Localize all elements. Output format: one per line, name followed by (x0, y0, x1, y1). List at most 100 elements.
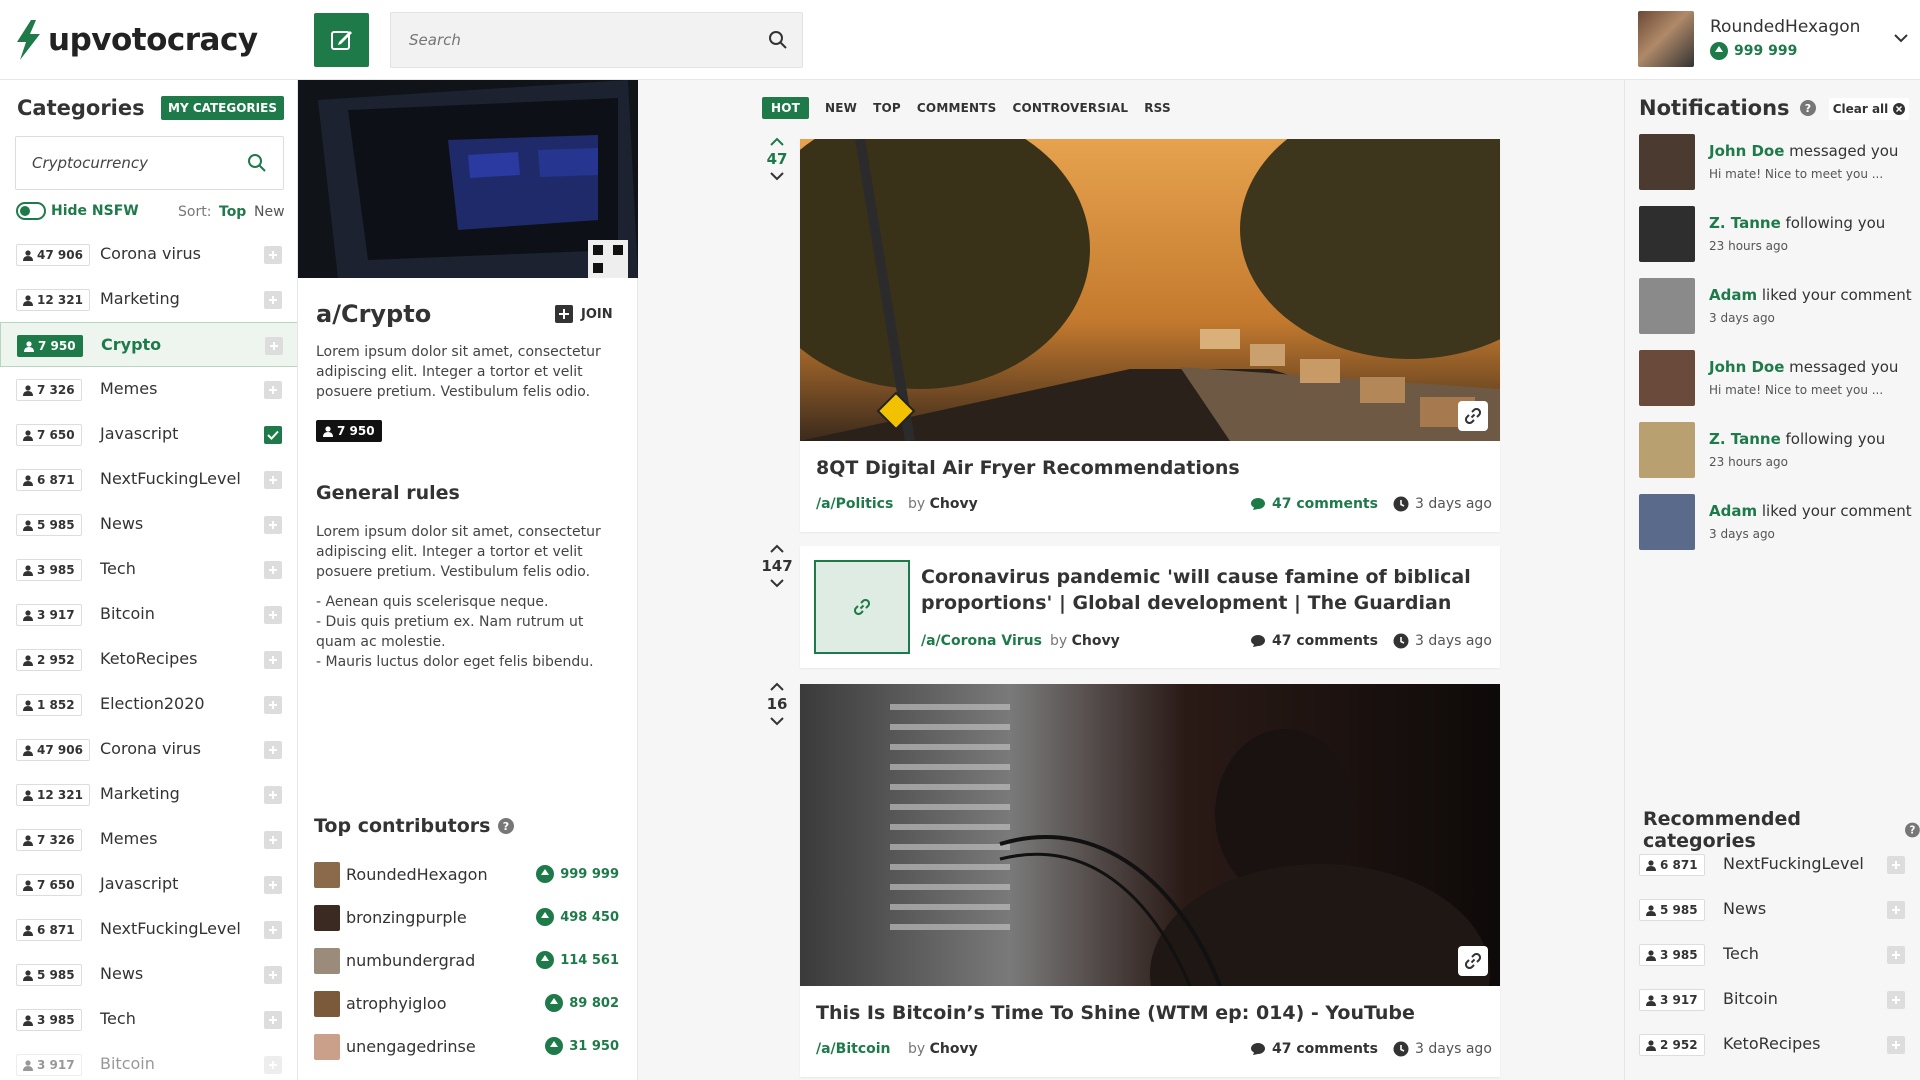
add-category-icon[interactable] (264, 381, 282, 399)
avatar[interactable] (1639, 134, 1695, 190)
help-icon[interactable]: ? (498, 818, 515, 834)
user-menu[interactable]: RoundedHexagon 999 999 (1638, 11, 1908, 69)
category-item[interactable]: 12 321 Marketing (0, 277, 297, 322)
post-title[interactable]: Coronavirus pandemic 'will cause famine … (921, 564, 1471, 616)
notification-item[interactable]: Z. Tanne following you 23 hours ago (1639, 206, 1919, 264)
post-category-link[interactable]: /a/Politics (816, 496, 893, 512)
comments-link[interactable]: 47 comments (1250, 1041, 1378, 1057)
search-icon[interactable] (768, 30, 788, 50)
author-name[interactable]: Chovy (930, 1041, 978, 1057)
post-category-link[interactable]: /a/Bitcoin (816, 1041, 891, 1057)
category-search-box[interactable] (15, 136, 284, 190)
tab-controversial[interactable]: CONTROVERSIAL (1012, 101, 1128, 115)
category-item[interactable]: 5 985 News (0, 502, 297, 547)
notification-item[interactable]: Adam liked your comment 3 days ago (1639, 278, 1919, 336)
add-category-icon[interactable] (264, 471, 282, 489)
category-item[interactable]: 7 650 Javascript (0, 862, 297, 907)
add-category-icon[interactable] (1887, 946, 1905, 964)
help-icon[interactable]: ? (1799, 100, 1816, 116)
join-button[interactable]: JOIN (555, 305, 613, 323)
tab-rss[interactable]: RSS (1144, 101, 1171, 115)
category-item[interactable]: 7 326 Memes (0, 817, 297, 862)
sort-top-option[interactable]: Top (219, 204, 246, 220)
avatar[interactable] (314, 1034, 340, 1060)
add-category-icon[interactable] (264, 831, 282, 849)
add-category-icon[interactable] (264, 966, 282, 984)
tab-top[interactable]: TOP (873, 101, 901, 115)
clear-all-button[interactable]: Clear all (1829, 98, 1909, 120)
link-button[interactable] (1458, 946, 1488, 976)
add-category-icon[interactable] (264, 1011, 282, 1029)
hide-nsfw-toggle[interactable] (16, 202, 46, 220)
help-icon[interactable]: ? (1905, 822, 1920, 838)
notification-item[interactable]: Adam liked your comment 3 days ago (1639, 494, 1919, 552)
notification-user[interactable]: John Doe (1709, 358, 1784, 376)
tab-hot[interactable]: HOT (762, 97, 810, 119)
author-name[interactable]: Chovy (930, 496, 978, 512)
sort-new-option[interactable]: New (254, 204, 285, 220)
notification-user[interactable]: Z. Tanne (1709, 430, 1781, 448)
add-category-icon[interactable] (1887, 1036, 1905, 1054)
contributor-row[interactable]: atrophyigloo 89 802 (314, 989, 619, 1017)
post-image[interactable] (800, 684, 1500, 986)
post-title[interactable]: 8QT Digital Air Fryer Recommendations (816, 457, 1240, 479)
tab-new[interactable]: NEW (825, 101, 857, 115)
contributor-row[interactable]: RoundedHexagon 999 999 (314, 860, 619, 888)
downvote-arrow-icon[interactable] (757, 578, 797, 588)
category-item[interactable]: 3 917 Bitcoin (0, 1042, 297, 1080)
upvote-arrow-icon[interactable] (757, 137, 797, 147)
add-category-icon[interactable] (1887, 901, 1905, 919)
notification-item[interactable]: Z. Tanne following you 23 hours ago (1639, 422, 1919, 480)
checked-icon[interactable] (264, 426, 282, 444)
my-categories-button[interactable]: MY CATEGORIES (161, 96, 284, 120)
add-category-icon[interactable] (264, 651, 282, 669)
avatar[interactable] (314, 862, 340, 888)
contributor-row[interactable]: numbundergrad 114 561 (314, 946, 619, 974)
add-category-icon[interactable] (264, 876, 282, 894)
category-item[interactable]: 7 650 Javascript (0, 412, 297, 457)
category-item[interactable]: 3 917 Bitcoin (0, 592, 297, 637)
link-button[interactable] (1458, 401, 1488, 431)
logo[interactable]: upvotocracy (14, 20, 258, 60)
category-item[interactable]: 6 871 NextFuckingLevel (0, 907, 297, 952)
add-category-icon[interactable] (264, 516, 282, 534)
notification-item[interactable]: John Doe messaged you Hi mate! Nice to me… (1639, 350, 1919, 408)
search-box[interactable] (390, 12, 803, 68)
add-category-icon[interactable] (264, 1056, 282, 1074)
add-category-icon[interactable] (264, 246, 282, 264)
add-category-icon[interactable] (264, 921, 282, 939)
add-category-icon[interactable] (264, 741, 282, 759)
notification-user[interactable]: Adam (1709, 502, 1757, 520)
author-name[interactable]: Chovy (1072, 633, 1120, 649)
add-category-icon[interactable] (265, 337, 283, 355)
recommended-category-item[interactable]: 6 871 NextFuckingLevel (1625, 842, 1920, 887)
avatar[interactable] (1639, 206, 1695, 262)
search-icon[interactable] (247, 153, 267, 173)
add-category-icon[interactable] (264, 606, 282, 624)
avatar[interactable] (314, 905, 340, 931)
contributor-row[interactable]: unengagedrinse 31 950 (314, 1032, 619, 1060)
comments-link[interactable]: 47 comments (1250, 496, 1378, 512)
avatar[interactable] (1639, 494, 1695, 550)
post-card[interactable]: Coronavirus pandemic 'will cause famine … (800, 546, 1500, 668)
recommended-category-item[interactable]: 5 985 News (1625, 887, 1920, 932)
category-item[interactable]: 47 906 Corona virus (0, 727, 297, 772)
link-thumbnail[interactable] (814, 560, 910, 654)
chevron-down-icon[interactable] (1894, 33, 1908, 43)
avatar[interactable] (1639, 422, 1695, 478)
category-item[interactable]: 6 871 NextFuckingLevel (0, 457, 297, 502)
avatar[interactable] (314, 991, 340, 1017)
post-category-link[interactable]: /a/Corona Virus (921, 633, 1042, 649)
downvote-arrow-icon[interactable] (757, 716, 797, 726)
post-title[interactable]: This Is Bitcoin’s Time To Shine (WTM ep:… (816, 1002, 1415, 1024)
post-card[interactable]: This Is Bitcoin’s Time To Shine (WTM ep:… (800, 684, 1500, 1077)
contributor-row[interactable]: bronzingpurple 498 450 (314, 903, 619, 931)
downvote-arrow-icon[interactable] (757, 171, 797, 181)
category-item[interactable]: 7 950 Crypto (0, 322, 297, 367)
upvote-arrow-icon[interactable] (757, 544, 797, 554)
add-category-icon[interactable] (264, 561, 282, 579)
avatar[interactable] (1639, 350, 1695, 406)
recommended-category-item[interactable]: 3 917 Bitcoin (1625, 977, 1920, 1022)
category-item[interactable]: 2 952 KetoRecipes (0, 637, 297, 682)
notification-user[interactable]: Adam (1709, 286, 1757, 304)
